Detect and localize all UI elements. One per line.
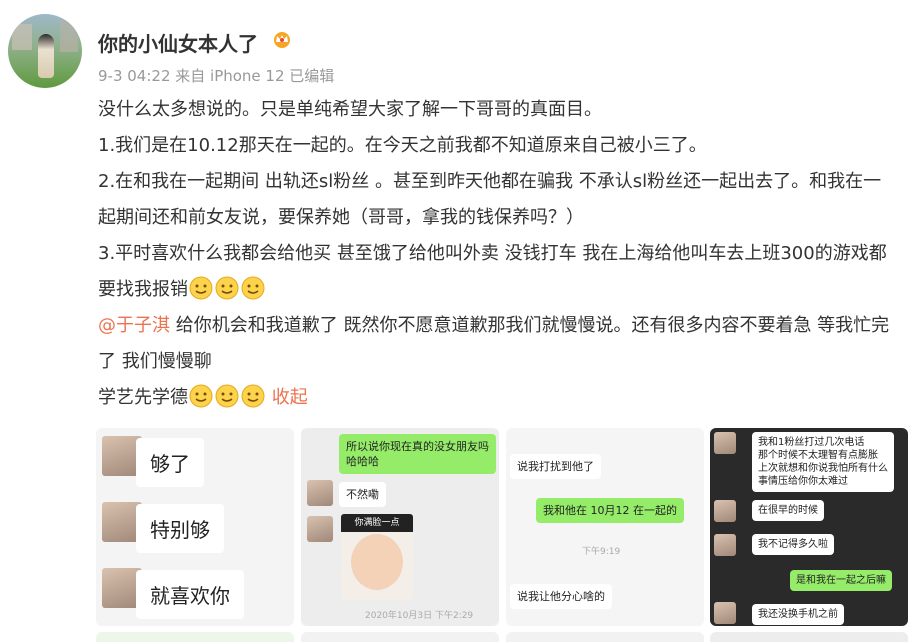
chat-avatar [307,480,333,506]
chat-timestamp: 下午9:19 [582,547,621,557]
chat-bubble: 特别够 [136,504,224,553]
post-meta: 9-3 04:22 来自 iPhone 12 已编辑 [98,67,335,85]
chat-avatar [714,602,736,624]
chat-bubble: 所以说你现在真的没女朋友吗 哈哈哈 [339,434,496,474]
baby-face [351,534,403,590]
author-name[interactable]: 你的小仙女本人了 [98,28,258,57]
chat-bubble: 我和他在 10月12 在一起的 [536,498,684,523]
chat-avatar [307,516,333,542]
chat-bubble: 在很早的时候 [752,500,824,521]
author-avatar[interactable] [8,14,82,88]
sticker-caption: 你满脸一点 [341,514,413,532]
chat-bubble: 我和1粉丝打过几次电话 那个时候不太理智有点膨胀 上次就想和你说我怕所有什么 事… [752,432,894,492]
chat-bubble: 就喜欢你 [136,570,244,619]
image-thumbnail-1[interactable]: 够了 特别够 就喜欢你 [96,428,294,626]
post-line: 1.我们是在10.12那天在一起的。在今天之前我都不知道原来自己被小三了。 [98,135,707,156]
smile-emoji-icon [189,276,213,300]
post-line: 2.在和我在一起期间 出轨还sl粉丝 。甚至到昨天他都在骗我 不承认sl粉丝还一… [98,171,882,228]
post-line: 3.平时喜欢什么我都会给他买 甚至饿了给他叫外卖 没钱打车 我在上海给他叫车去上… [98,236,898,308]
image-grid: 够了 特别够 就喜欢你 所以说你现在真的没女朋友吗 哈哈哈 不然嘞 你满脸一点 … [96,428,908,642]
post-line: 学艺先学德 收起 [98,380,898,416]
chat-avatar [714,500,736,522]
image-thumbnail-4[interactable]: 我和1粉丝打过几次电话 那个时候不太理智有点膨胀 上次就想和你说我怕所有什么 事… [710,428,908,626]
smile-emoji-icon [241,276,265,300]
chat-bubble: 我还没换手机之前 [752,604,844,625]
collapse-link[interactable]: 收起 [272,387,308,408]
post-line: @于子淇 给你机会和我道歉了 既然你不愿意道歉那我们就慢慢说。还有很多内容不要着… [98,308,898,380]
smile-emoji-icon [241,384,265,408]
vip-crown-icon[interactable] [272,30,292,48]
sticker-image: 你满脸一点 [341,514,413,600]
chat-avatar [714,534,736,556]
chat-bubble: 说我让他分心啥的 [510,584,612,609]
avatar-background [12,24,32,50]
chat-avatar [714,432,736,454]
avatar-figure [38,34,54,78]
image-thumbnail-2[interactable]: 所以说你现在真的没女朋友吗 哈哈哈 不然嘞 你满脸一点 2020年10月3日 下… [301,428,499,626]
chat-bubble: 说我打扰到他了 [510,454,601,479]
smile-emoji-icon [189,384,213,408]
chat-bubble: 够了 [136,438,204,487]
avatar-background [60,20,78,52]
mention-link[interactable]: @于子淇 [98,315,170,336]
chat-bubble: 我不记得多久啦 [752,534,834,555]
smile-emoji-icon [215,384,239,408]
post-body: 没什么太多想说的。只是单纯希望大家了解一下哥哥的真面目。 1.我们是在10.12… [98,92,898,416]
smile-emoji-icon [215,276,239,300]
post-line: 没什么太多想说的。只是单纯希望大家了解一下哥哥的真面目。 [98,99,602,120]
image-thumbnail-3[interactable]: 说我打扰到他了 我和他在 10月12 在一起的 下午9:19 说我让他分心啥的 [506,428,704,626]
chat-bubble: 是和我在一起之后嘛 [790,570,892,591]
post-line-text: 学艺先学德 [98,387,188,408]
chat-timestamp: 2020年10月3日 下午2:29 [365,611,474,621]
post-line-text: 给你机会和我道歉了 既然你不愿意道歉那我们就慢慢说。还有很多内容不要着急 等我忙… [98,315,890,372]
chat-bubble: 不然嘞 [339,482,386,507]
